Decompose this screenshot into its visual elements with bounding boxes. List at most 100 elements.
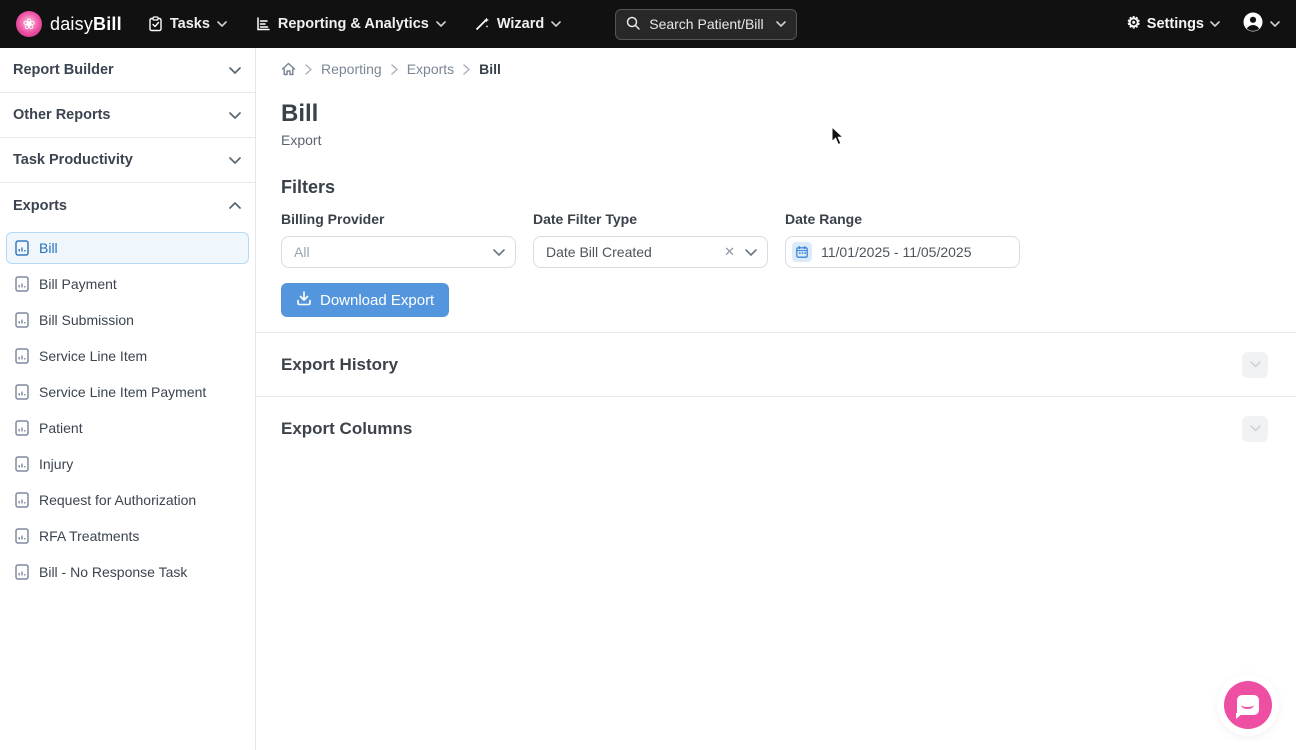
sidebar-item-bill[interactable]: Bill bbox=[6, 232, 249, 264]
user-avatar-icon bbox=[1242, 11, 1264, 38]
breadcrumb-exports[interactable]: Exports bbox=[407, 61, 454, 77]
page-subtitle: Export bbox=[281, 132, 322, 148]
date-filter-type-select[interactable]: Date Bill Created ✕ bbox=[533, 236, 768, 268]
chevron-down-icon bbox=[229, 66, 241, 74]
search-patient-bill[interactable]: Search Patient/Bill bbox=[615, 8, 798, 40]
filters-heading: Filters bbox=[281, 177, 336, 197]
chevron-down-icon bbox=[1270, 21, 1280, 27]
export-columns-title: Export Columns bbox=[281, 418, 413, 438]
item-label: Injury bbox=[39, 456, 74, 472]
sidebar-section-task-productivity[interactable]: Task Productivity bbox=[0, 138, 255, 183]
item-label: Bill Submission bbox=[39, 312, 134, 328]
report-doc-icon bbox=[15, 564, 29, 580]
item-label: Bill bbox=[39, 240, 58, 256]
chevron-up-icon bbox=[229, 202, 241, 209]
item-label: Request for Authorization bbox=[39, 492, 197, 508]
report-doc-icon bbox=[15, 528, 29, 544]
report-doc-icon bbox=[15, 384, 29, 400]
date-range-label: Date Range bbox=[785, 211, 863, 227]
export-list: Bill Bill Payment Bill Submission Servic… bbox=[0, 228, 255, 596]
date-filter-type-label: Date Filter Type bbox=[533, 211, 637, 227]
download-export-label: Download Export bbox=[320, 291, 435, 309]
sidebar-item-injury[interactable]: Injury bbox=[6, 448, 249, 480]
section-label: Other Reports bbox=[13, 107, 111, 123]
chevron-down-icon bbox=[776, 21, 787, 27]
report-doc-icon bbox=[15, 276, 29, 292]
breadcrumb-separator-icon bbox=[305, 63, 312, 75]
date-filter-type-value: Date Bill Created bbox=[546, 244, 652, 260]
breadcrumb-reporting[interactable]: Reporting bbox=[321, 61, 382, 77]
chevron-down-icon bbox=[1210, 21, 1220, 27]
gear-icon: ⚙ bbox=[1126, 15, 1141, 32]
daisy-flower-icon: ❀ bbox=[16, 11, 42, 37]
chevron-down-icon bbox=[217, 21, 227, 27]
download-export-button[interactable]: Download Export bbox=[281, 283, 450, 317]
sidebar-item-bill-submission[interactable]: Bill Submission bbox=[6, 304, 249, 336]
billing-provider-select[interactable]: All bbox=[281, 236, 516, 268]
main-content: Reporting Exports Bill Bill Export Filte… bbox=[256, 48, 1296, 750]
export-history-toggle-button[interactable] bbox=[1242, 351, 1268, 378]
sidebar-section-report-builder[interactable]: Report Builder bbox=[0, 48, 255, 93]
billing-provider-label: Billing Provider bbox=[281, 211, 385, 227]
item-label: Bill Payment bbox=[39, 276, 117, 292]
home-icon[interactable] bbox=[281, 62, 296, 76]
page-title: Bill bbox=[281, 100, 319, 127]
chevron-down-icon bbox=[745, 248, 757, 256]
export-history-title: Export History bbox=[281, 354, 399, 374]
chevron-down-icon bbox=[551, 21, 562, 27]
date-filter-type-field: Date Filter Type Date Bill Created ✕ bbox=[533, 211, 768, 268]
sidebar-section-exports[interactable]: Exports bbox=[0, 183, 255, 228]
chat-launcher-button[interactable] bbox=[1224, 681, 1272, 729]
section-label: Exports bbox=[13, 197, 67, 214]
sidebar-item-service-line-item-payment[interactable]: Service Line Item Payment bbox=[6, 376, 249, 408]
account-menu[interactable] bbox=[1242, 11, 1280, 38]
item-label: Bill - No Response Task bbox=[39, 564, 188, 580]
section-label: Report Builder bbox=[13, 62, 114, 78]
date-range-field: Date Range 11/01/2025 - 11/05/2025 bbox=[785, 211, 1020, 268]
export-columns-toggle-button[interactable] bbox=[1242, 415, 1268, 442]
chevron-down-icon bbox=[436, 21, 446, 27]
nav-wizard-label: Wizard bbox=[496, 16, 545, 32]
sidebar-item-request-for-authorization[interactable]: Request for Authorization bbox=[6, 484, 249, 516]
item-label: RFA Treatments bbox=[39, 528, 140, 544]
report-doc-icon bbox=[15, 420, 29, 436]
chevron-down-icon bbox=[493, 248, 505, 256]
breadcrumb-separator-icon bbox=[390, 63, 398, 75]
item-label: Service Line Item Payment bbox=[39, 384, 207, 400]
search-placeholder: Search Patient/Bill bbox=[649, 16, 764, 32]
sidebar-item-bill-no-response-task[interactable]: Bill - No Response Task bbox=[6, 556, 249, 588]
clear-icon[interactable]: ✕ bbox=[724, 244, 735, 260]
sidebar-item-rfa-treatments[interactable]: RFA Treatments bbox=[6, 520, 249, 552]
sidebar-item-bill-payment[interactable]: Bill Payment bbox=[6, 268, 249, 300]
nav-tasks-label: Tasks bbox=[169, 16, 210, 32]
date-range-input[interactable]: 11/01/2025 - 11/05/2025 bbox=[785, 236, 1020, 268]
nav-reporting-label: Reporting & Analytics bbox=[277, 16, 429, 32]
item-label: Service Line Item bbox=[39, 348, 148, 364]
nav-tasks[interactable]: Tasks bbox=[148, 16, 227, 32]
chevron-down-icon bbox=[229, 156, 241, 164]
chevron-down-icon bbox=[229, 111, 241, 119]
report-doc-icon bbox=[15, 312, 29, 328]
calendar-icon[interactable] bbox=[792, 242, 812, 262]
report-doc-icon bbox=[15, 240, 29, 256]
wand-icon bbox=[474, 16, 490, 32]
breadcrumb-bill: Bill bbox=[479, 61, 501, 77]
settings-menu[interactable]: ⚙ Settings bbox=[1126, 16, 1220, 32]
brand-name: daisyBill bbox=[50, 13, 122, 34]
nav-wizard[interactable]: Wizard bbox=[474, 16, 562, 32]
chevron-down-icon bbox=[1249, 425, 1261, 432]
nav-reporting-analytics[interactable]: Reporting & Analytics bbox=[255, 16, 446, 32]
top-navbar: ❀ daisyBill Tasks Reporting & Analytics … bbox=[0, 0, 1296, 48]
download-icon bbox=[296, 290, 312, 310]
breadcrumb-separator-icon bbox=[463, 63, 470, 75]
chart-icon bbox=[255, 16, 271, 32]
chat-bubble-icon bbox=[1236, 695, 1259, 719]
daisybill-logo[interactable]: ❀ daisyBill bbox=[16, 11, 122, 37]
item-label: Patient bbox=[39, 420, 83, 436]
section-label: Task Productivity bbox=[13, 152, 133, 168]
sidebar-section-other-reports[interactable]: Other Reports bbox=[0, 93, 255, 138]
sidebar-item-service-line-item[interactable]: Service Line Item bbox=[6, 340, 249, 372]
sidebar-item-patient[interactable]: Patient bbox=[6, 412, 249, 444]
clipboard-icon bbox=[148, 16, 163, 32]
billing-provider-field: Billing Provider All bbox=[281, 211, 516, 268]
